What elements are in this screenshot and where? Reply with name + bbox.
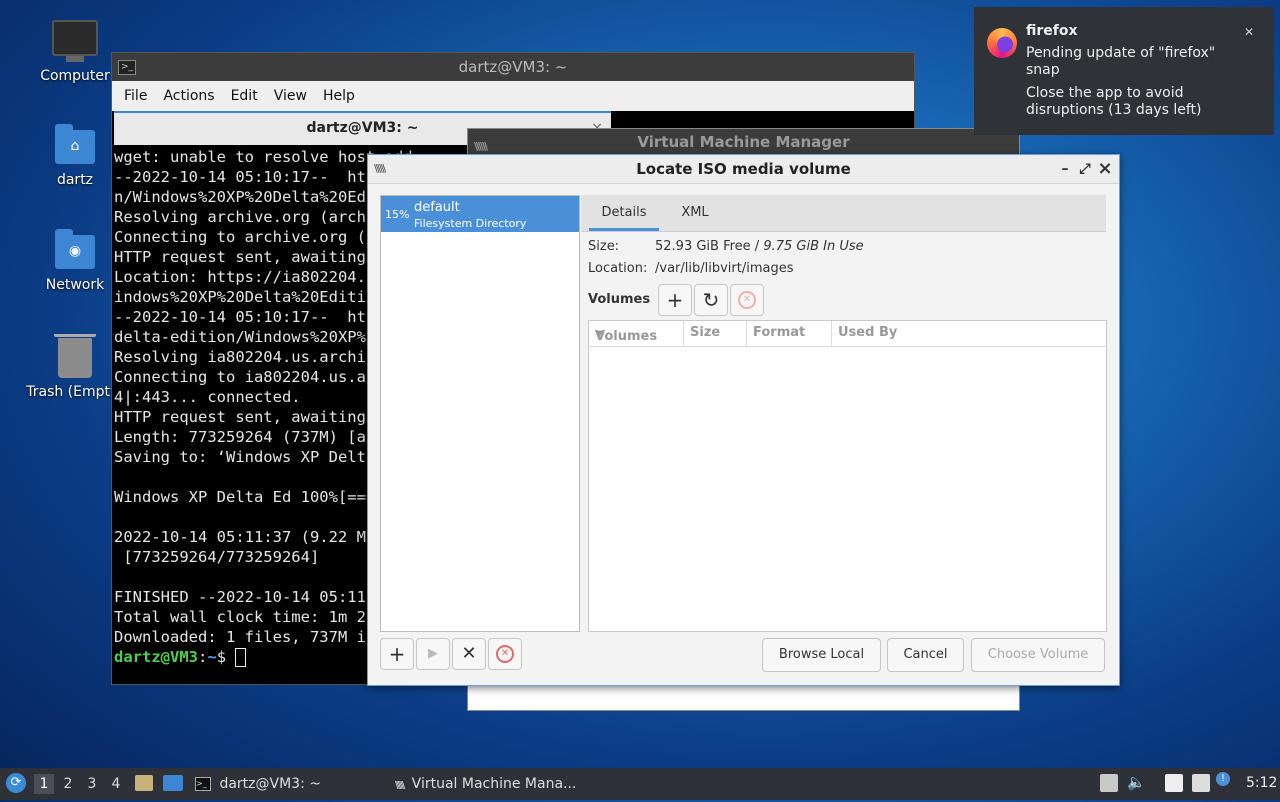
delete-pool-button[interactable]: ✕ [452,638,486,670]
desktop-icon-network[interactable]: ◉ Network [25,229,125,293]
firefox-notification[interactable]: firefox ✕ Pending update of "firefox" sn… [974,7,1274,135]
notification-line-1: Pending update of "firefox" snap [1026,45,1216,78]
column-format[interactable]: Format [753,325,805,340]
taskbar: ⟳ 1 2 3 4 >_ dartz@VM3: ~ \\\\\\ Virtual… [0,768,1280,800]
network-icon[interactable] [1192,774,1210,792]
locate-iso-dialog[interactable]: \\\\\\ Locate ISO media volume – ⤢ × 15%… [367,154,1120,686]
cancel-button[interactable]: Cancel [887,638,964,672]
tab-details[interactable]: Details [589,195,659,231]
terminal-tab-title: dartz@VM3: ~ [306,120,419,136]
notification-icon[interactable]: ! [1216,772,1230,786]
menu-actions[interactable]: Actions [155,88,222,104]
add-volume-button[interactable]: + [658,284,692,316]
terminal-titlebar[interactable]: >_ dartz@VM3: ~ [112,53,914,81]
size-value: 52.93 GiB Free / 9.75 GiB In Use [655,239,864,254]
close-icon[interactable]: × [1095,155,1115,183]
pool-type: Filesystem Directory [414,217,527,230]
volumes-table[interactable]: Volumes ▼ Size Format Used By [588,320,1107,632]
vmm-app-icon: \\\\\\ [395,780,405,791]
vmm-app-icon: \\\\\\ [374,162,386,175]
text-cursor [235,648,247,667]
updates-icon[interactable] [1100,774,1118,792]
add-pool-button[interactable]: + [380,638,414,670]
terminal-title: dartz@VM3: ~ [458,58,568,76]
column-size[interactable]: Size [690,325,720,340]
volume-icon[interactable]: 🔈 [1127,773,1146,791]
notification-app-name: firefox [1026,23,1078,39]
browse-local-button[interactable]: Browse Local [762,638,881,672]
workspace-3[interactable]: 3 [82,774,102,794]
desktop-icon-computer[interactable]: Computer [25,20,125,84]
x-icon: ✕ [461,643,477,664]
desktop-icon-label: Network [45,277,105,293]
refresh-volumes-button[interactable]: ↻ [694,284,728,316]
maximize-icon[interactable]: ⤢ [1075,155,1095,183]
firefox-icon [987,28,1017,58]
show-desktop-icon[interactable] [163,775,183,791]
plus-icon: + [666,288,684,312]
trash-icon [54,334,96,378]
column-used-by[interactable]: Used By [838,325,897,340]
desktop-icon-home[interactable]: ⌂ dartz [25,124,125,188]
task-vmm[interactable]: \\\\\\ Virtual Machine Mana... [395,768,576,800]
start-pool-button[interactable]: ▶ [416,638,450,670]
notification-line-2: Close the app to avoid disruptions (13 d… [1026,85,1202,118]
desktop-icon-label: Trash (Empty) [26,384,124,400]
storage-pool-list[interactable]: 15% default Filesystem Directory [380,195,580,632]
vmm-title: Virtual Machine Manager [637,133,850,151]
plus-icon: + [388,642,406,666]
refresh-icon: ↻ [702,288,720,312]
volumes-label: Volumes [588,292,651,307]
play-icon: ▶ [428,646,438,661]
menu-file[interactable]: File [116,88,155,104]
delete-volume-button[interactable]: ✕ [730,284,764,316]
stop-icon: ✕ [496,645,514,663]
location-label: Location: [588,261,648,276]
vmm-titlebar[interactable]: \\\\\\ Virtual Machine Manager [468,129,1019,155]
menu-view[interactable]: View [266,88,315,104]
menu-help[interactable]: Help [315,88,363,104]
start-menu-icon[interactable]: ⟳ [6,773,26,793]
volumes-table-header: Volumes ▼ Size Format Used By [589,321,1106,347]
clock[interactable]: 5:12 [1246,775,1277,791]
network-folder-icon: ◉ [55,229,95,269]
choose-volume-button[interactable]: Choose Volume [971,638,1105,672]
terminal-app-icon: >_ [195,777,211,791]
dialog-titlebar[interactable]: \\\\\\ Locate ISO media volume – ⤢ × [368,155,1119,184]
desktop-icon-label: dartz [56,172,94,188]
desktop-icon-label: Computer [40,68,110,84]
task-terminal[interactable]: >_ dartz@VM3: ~ [195,768,321,800]
location-value: /var/lib/libvirt/images [655,261,794,276]
menu-edit[interactable]: Edit [223,88,266,104]
workspace-2[interactable]: 2 [58,774,78,794]
sort-down-icon: ▼ [595,329,603,340]
close-icon[interactable]: ✕ [1244,25,1254,39]
terminal-menubar: File Actions Edit View Help [112,81,914,111]
stop-icon: ✕ [738,291,756,309]
stop-pool-button[interactable]: ✕ [488,638,522,670]
computer-icon [25,20,125,62]
file-manager-icon[interactable] [135,775,153,791]
minimize-icon[interactable]: – [1055,155,1075,183]
clipboard-icon[interactable] [1165,774,1183,792]
pool-name: default [414,200,460,215]
detail-tabs: Details XML [581,195,1106,232]
size-label: Size: [588,239,620,254]
home-folder-icon: ⌂ [55,124,95,164]
dialog-title: Locate ISO media volume [636,160,851,178]
pool-usage-percent: 15% [385,208,410,221]
pool-item-default[interactable]: 15% default Filesystem Directory [381,196,579,232]
workspace-4[interactable]: 4 [106,774,126,794]
tab-xml[interactable]: XML [673,195,717,231]
workspace-1[interactable]: 1 [34,774,54,794]
terminal-app-icon: >_ [118,60,136,75]
